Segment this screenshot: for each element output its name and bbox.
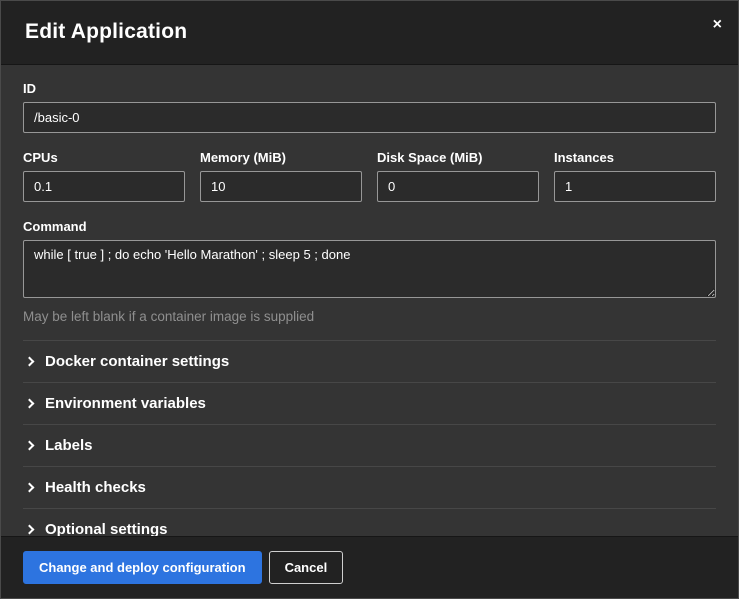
modal-body: ID CPUs Memory (MiB) Disk Space (MiB) In…: [1, 65, 738, 536]
close-icon[interactable]: ×: [713, 17, 722, 33]
collapsible-sections: Docker container settings Environment va…: [23, 340, 716, 536]
section-label: Docker container settings: [45, 353, 229, 370]
cpus-field-group: CPUs: [23, 150, 185, 202]
section-label: Optional settings: [45, 521, 168, 536]
instances-field-group: Instances: [554, 150, 716, 202]
command-field-group: Command while [ true ] ; do echo 'Hello …: [23, 219, 716, 324]
section-optional-settings[interactable]: Optional settings: [23, 508, 716, 536]
resources-row: CPUs Memory (MiB) Disk Space (MiB) Insta…: [23, 150, 716, 202]
modal-title: Edit Application: [25, 20, 714, 44]
command-textarea[interactable]: while [ true ] ; do echo 'Hello Marathon…: [23, 240, 716, 298]
section-docker-container-settings[interactable]: Docker container settings: [23, 340, 716, 382]
section-labels[interactable]: Labels: [23, 424, 716, 466]
instances-label: Instances: [554, 150, 716, 165]
change-and-deploy-button[interactable]: Change and deploy configuration: [23, 551, 262, 584]
chevron-right-icon: [25, 441, 35, 451]
id-label: ID: [23, 81, 716, 96]
disk-label: Disk Space (MiB): [377, 150, 539, 165]
memory-input[interactable]: [200, 171, 362, 202]
disk-field-group: Disk Space (MiB): [377, 150, 539, 202]
modal-header: Edit Application ×: [1, 1, 738, 65]
cancel-button[interactable]: Cancel: [269, 551, 344, 584]
section-environment-variables[interactable]: Environment variables: [23, 382, 716, 424]
memory-label: Memory (MiB): [200, 150, 362, 165]
id-field-group: ID: [23, 81, 716, 133]
chevron-right-icon: [25, 525, 35, 535]
instances-input[interactable]: [554, 171, 716, 202]
section-health-checks[interactable]: Health checks: [23, 466, 716, 508]
memory-field-group: Memory (MiB): [200, 150, 362, 202]
disk-input[interactable]: [377, 171, 539, 202]
cpus-input[interactable]: [23, 171, 185, 202]
command-label: Command: [23, 219, 716, 234]
edit-application-modal: Edit Application × ID CPUs Memory (MiB) …: [0, 0, 739, 599]
section-label: Health checks: [45, 479, 146, 496]
modal-footer: Change and deploy configuration Cancel: [1, 536, 738, 598]
chevron-right-icon: [25, 357, 35, 367]
chevron-right-icon: [25, 483, 35, 493]
command-help-text: May be left blank if a container image i…: [23, 309, 716, 324]
cpus-label: CPUs: [23, 150, 185, 165]
section-label: Labels: [45, 437, 93, 454]
chevron-right-icon: [25, 399, 35, 409]
section-label: Environment variables: [45, 395, 206, 412]
id-input[interactable]: [23, 102, 716, 133]
